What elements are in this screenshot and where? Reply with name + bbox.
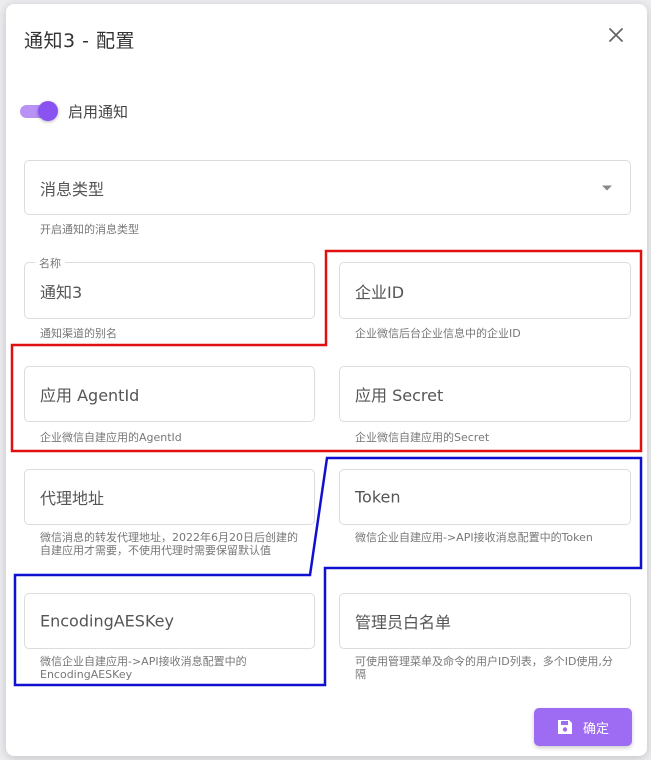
dialog-title: 通知3 - 配置 [24, 30, 136, 52]
name-legend: 名称 [35, 255, 65, 271]
encoding-aes-key-placeholder: EncodingAESKey [40, 611, 174, 631]
name-field[interactable]: 名称 通知3 [24, 255, 315, 319]
close-button[interactable] [603, 22, 629, 48]
encoding-aes-key-field[interactable]: EncodingAESKey [24, 593, 315, 649]
enable-notification-row: 启用通知 [20, 100, 128, 122]
name-value: 通知3 [40, 282, 83, 302]
admin-whitelist-placeholder: 管理员白名单 [355, 613, 452, 632]
admin-whitelist-field[interactable]: 管理员白名单 [339, 593, 631, 649]
name-hint: 通知渠道的别名 [40, 327, 117, 340]
enable-notification-toggle[interactable] [20, 100, 58, 122]
admin-whitelist-hint: 可使用管理菜单及命令的用户ID列表，多个ID使用,分隔 [355, 655, 613, 681]
secret-field[interactable]: 应用 Secret [339, 366, 631, 422]
save-button-label: 确定 [582, 720, 609, 736]
secret-hint: 企业微信自建应用的Secret [355, 431, 490, 444]
proxy-address-hint: 微信消息的转发代理地址，2022年6月20日后创建的自建应用才需要，不使用代理时… [40, 531, 298, 557]
chevron-down-icon [602, 185, 612, 190]
agent-id-placeholder: 应用 AgentId [40, 386, 140, 405]
message-type-hint: 开启通知的消息类型 [40, 223, 139, 236]
proxy-address-field[interactable]: 代理地址 [24, 469, 315, 525]
token-field[interactable]: Token [339, 469, 631, 525]
message-type-placeholder: 消息类型 [40, 179, 105, 199]
corp-id-hint: 企业微信后台企业信息中的企业ID [355, 327, 521, 340]
enable-notification-label: 启用通知 [68, 102, 129, 121]
corp-id-field[interactable]: 企业ID [339, 262, 631, 319]
save-button[interactable]: 确定 [534, 708, 632, 746]
agent-id-hint: 企业微信自建应用的AgentId [40, 431, 182, 444]
secret-placeholder: 应用 Secret [355, 386, 444, 405]
proxy-address-placeholder: 代理地址 [40, 489, 105, 508]
encoding-aes-key-hint: 微信企业自建应用->API接收消息配置中的EncodingAESKey [40, 655, 247, 681]
toggle-knob [38, 101, 58, 121]
token-hint: 微信企业自建应用->API接收消息配置中的Token [355, 531, 593, 544]
token-placeholder: Token [355, 487, 401, 507]
corp-id-placeholder: 企业ID [355, 282, 405, 302]
agent-id-field[interactable]: 应用 AgentId [24, 366, 315, 422]
close-icon [609, 28, 623, 42]
save-icon [557, 720, 572, 734]
message-type-select[interactable]: 消息类型 [24, 160, 631, 215]
